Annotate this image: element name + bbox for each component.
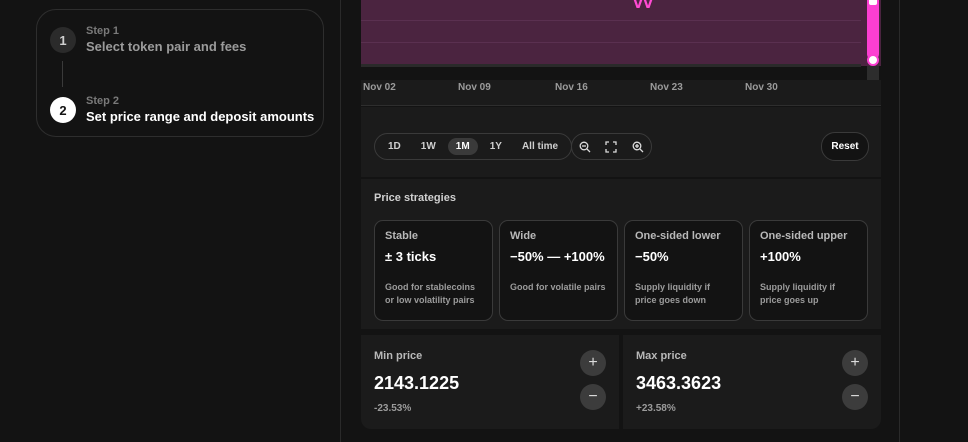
chart-gridline [361,20,861,21]
strategy-card-wide[interactable]: Wide −50% — +100% Good for volatile pair… [499,220,618,321]
range-handle-top[interactable] [869,0,877,5]
chart-gridline [361,42,861,43]
strategy-card-stable[interactable]: Stable ± 3 ticks Good for stablecoins or… [374,220,493,321]
range-handle-track [867,66,879,80]
min-price-delta: -23.53% [374,403,412,414]
strategy-value: +100% [760,249,801,264]
strategies-title: Price strategies [374,192,456,204]
max-price-increment-button[interactable]: + [842,350,868,376]
timeframe-1m[interactable]: 1M [447,138,478,155]
step-1-label: Step 1 [86,25,120,37]
min-price-label: Min price [374,350,423,362]
strategy-value: −50% — +100% [510,249,605,264]
step-2-title: Set price range and deposit amounts [86,109,315,124]
strategy-name: One-sided upper [760,230,848,242]
strategy-card-one-sided-upper[interactable]: One-sided upper +100% Supply liquidity i… [749,220,868,321]
step-2-label: Step 2 [86,95,120,107]
chart-x-axis: Nov 02 Nov 09 Nov 16 Nov 23 Nov 30 [361,80,881,106]
strategy-name: Stable [385,230,419,242]
strategy-value: −50% [635,249,669,264]
steps-card: 1 Step 1 Select token pair and fees 2 St… [36,9,324,137]
strategy-description: Supply liquidity if price goes up [760,282,835,305]
range-handle-knob[interactable] [867,54,879,66]
strategy-description: Good for volatile pairs [510,282,606,292]
min-price-value[interactable]: 2143.1225 [374,373,459,394]
fit-screen-icon[interactable] [604,140,618,154]
strategy-description: Supply liquidity if price goes down [635,282,710,305]
max-price-card: Max price 3463.3623 +23.58% + − [623,333,881,429]
step-1[interactable]: 1 Step 1 Select token pair and fees [50,24,246,56]
price-strategies: Price strategies Stable ± 3 ticks Good f… [361,177,881,329]
max-price-label: Max price [636,350,687,362]
min-price-card: Min price 2143.1225 -23.53% + − [361,333,619,429]
strategy-description: Good for stablecoins or low volatility p… [385,282,476,305]
max-price-value[interactable]: 3463.3623 [636,373,721,394]
timeframe-1w[interactable]: 1W [413,138,444,155]
strategy-name: Wide [510,230,537,242]
step-connector [62,61,63,87]
strategy-name: One-sided lower [635,230,721,242]
max-price-decrement-button[interactable]: − [842,384,868,410]
main-panel: ᐯᐯ Nov 02 Nov 09 Nov 16 Nov 23 Nov 30 1D… [340,0,900,442]
timeframe-all-time[interactable]: All time [514,138,566,155]
x-tick-label: Nov 02 [363,82,396,93]
x-tick-label: Nov 23 [650,82,683,93]
min-price-increment-button[interactable]: + [580,350,606,376]
max-price-delta: +23.58% [636,403,676,414]
step-2[interactable]: 2 Step 2 Set price range and deposit amo… [50,94,314,126]
zoom-in-icon[interactable] [631,140,645,154]
zoom-out-icon[interactable] [578,140,592,154]
timeframe-selector: 1D 1W 1M 1Y All time [374,133,573,160]
timeframe-1y[interactable]: 1Y [482,138,510,155]
x-tick-label: Nov 16 [555,82,588,93]
min-price-decrement-button[interactable]: − [580,384,606,410]
zoom-controls [571,133,652,160]
x-tick-label: Nov 30 [745,82,778,93]
chart-band-edge [361,64,861,67]
price-range-chart[interactable] [361,0,881,66]
x-tick-label: Nov 09 [458,82,491,93]
chart-price-mark-icon: ᐯᐯ [633,0,654,11]
step-1-title: Select token pair and fees [86,39,247,54]
chart-controls: 1D 1W 1M 1Y All time Reset [361,107,881,177]
timeframe-1d[interactable]: 1D [380,138,409,155]
reset-button[interactable]: Reset [821,132,869,161]
strategy-value: ± 3 ticks [385,249,437,264]
step-1-number: 1 [50,27,76,53]
step-2-number: 2 [50,97,76,123]
range-handle-bar[interactable] [867,0,879,60]
strategy-card-one-sided-lower[interactable]: One-sided lower −50% Supply liquidity if… [624,220,743,321]
